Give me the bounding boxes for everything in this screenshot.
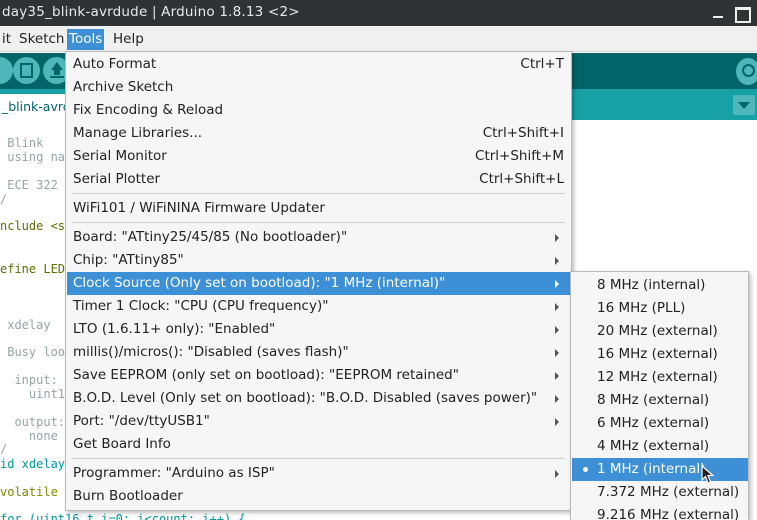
menu-item-manage-libraries[interactable]: Manage Libraries... Ctrl+Shift+I [67, 122, 570, 145]
mouse-cursor-icon [701, 465, 715, 484]
code-line: Busy loop [0, 345, 73, 359]
code-line: volatile u [0, 485, 73, 499]
tab-menu-chevron-down-icon[interactable] [733, 95, 755, 115]
code-line: none [0, 429, 58, 443]
menu-item-bod-level[interactable]: B.O.D. Level (Only set on bootload): "B.… [67, 387, 570, 410]
chevron-right-icon [555, 303, 559, 311]
serial-monitor-icon[interactable] [736, 58, 757, 85]
window-title: day35_blink-avrdude | Arduino 1.8.13 <2> [2, 4, 300, 20]
menu-separator [72, 193, 565, 194]
code-line: input: [0, 373, 58, 387]
upload-arrow-icon[interactable] [0, 57, 13, 84]
chevron-right-icon [555, 395, 559, 403]
chevron-right-icon [555, 418, 559, 426]
menu-item-clock-source[interactable]: Clock Source (Only set on bootload): "1 … [67, 272, 570, 295]
chevron-right-icon [555, 349, 559, 357]
new-file-icon [20, 63, 33, 78]
title-bar: day35_blink-avrdude | Arduino 1.8.13 <2> [0, 0, 757, 26]
code-line: using nat [0, 150, 73, 164]
code-line: for (uint16_t i=0; i<count; i++) { [0, 512, 246, 520]
code-line: ECE 322 c [0, 178, 73, 192]
submenu-item-clock[interactable]: 8 MHz (internal) [572, 274, 748, 297]
maximize-icon[interactable] [731, 3, 751, 23]
chevron-right-icon [555, 280, 559, 288]
submenu-item-clock[interactable]: 7.372 MHz (external) [572, 481, 748, 504]
code-line: / [0, 192, 8, 206]
menu-help[interactable]: Help [111, 29, 146, 50]
submenu-item-clock[interactable]: 8 MHz (external) [572, 389, 748, 412]
menu-item-millis[interactable]: millis()/micros(): "Disabled (saves flas… [67, 341, 570, 364]
menu-item-lto[interactable]: LTO (1.6.11+ only): "Enabled" [67, 318, 570, 341]
menu-edit[interactable]: it [0, 29, 13, 50]
menu-item-programmer[interactable]: Programmer: "Arduino as ISP" [67, 462, 570, 485]
code-line: xdelay [0, 318, 51, 332]
submenu-item-clock[interactable]: 4 MHz (external) [572, 435, 748, 458]
menu-item-serial-monitor[interactable]: Serial Monitor Ctrl+Shift+M [67, 145, 570, 168]
menu-item-burn-bootloader[interactable]: Burn Bootloader [67, 485, 570, 508]
menu-item-firmware-updater[interactable]: WiFi101 / WiFiNINA Firmware Updater [67, 197, 570, 220]
code-line: id xdelay( [0, 457, 73, 471]
chevron-right-icon [555, 326, 559, 334]
tools-menu: Auto Format Ctrl+T Archive Sketch Fix En… [65, 51, 572, 511]
tab-sketch[interactable]: _blink-avrdude [0, 94, 74, 120]
menu-item-save-eeprom[interactable]: Save EEPROM (only set on bootload): "EEP… [67, 364, 570, 387]
code-line: efine LED_ [0, 262, 73, 276]
code-line: / [0, 442, 8, 456]
chevron-right-icon [555, 372, 559, 380]
menu-item-port[interactable]: Port: "/dev/ttyUSB1" [67, 410, 570, 433]
submenu-item-clock[interactable]: 20 MHz (external) [572, 320, 748, 343]
code-line: output: [0, 415, 66, 429]
menu-bar: it Sketch Tools Help [0, 26, 757, 52]
menu-item-archive-sketch[interactable]: Archive Sketch [67, 76, 570, 99]
menu-tools[interactable]: Tools [67, 29, 105, 50]
menu-item-get-board-info[interactable]: Get Board Info [67, 433, 570, 456]
menu-separator [72, 458, 565, 459]
submenu-item-clock-selected[interactable]: 1 MHz (internal) [572, 458, 748, 481]
minimize-icon[interactable] [708, 3, 728, 23]
menu-separator [72, 222, 565, 223]
clock-source-submenu: 8 MHz (internal) 16 MHz (PLL) 20 MHz (ex… [570, 271, 749, 520]
radio-dot-icon [583, 467, 588, 472]
code-line: uint16 [0, 387, 73, 401]
menu-item-serial-plotter[interactable]: Serial Plotter Ctrl+Shift+L [67, 168, 570, 191]
chevron-right-icon [555, 257, 559, 265]
menu-item-auto-format[interactable]: Auto Format Ctrl+T [67, 53, 570, 76]
menu-sketch[interactable]: Sketch [17, 29, 66, 50]
submenu-item-clock[interactable]: 9.216 MHz (external) [572, 504, 748, 520]
code-line: Blink [0, 136, 44, 150]
new-sketch-button[interactable] [13, 57, 40, 84]
menu-item-board[interactable]: Board: "ATtiny25/45/85 (No bootloader)" [67, 226, 570, 249]
menu-item-timer1-clock[interactable]: Timer 1 Clock: "CPU (CPU frequency)" [67, 295, 570, 318]
menu-item-fix-encoding[interactable]: Fix Encoding & Reload [67, 99, 570, 122]
chevron-right-icon [555, 234, 559, 242]
submenu-item-clock[interactable]: 16 MHz (external) [572, 343, 748, 366]
submenu-item-clock[interactable]: 6 MHz (external) [572, 412, 748, 435]
chevron-right-icon [555, 470, 559, 478]
menu-item-chip[interactable]: Chip: "ATtiny85" [67, 249, 570, 272]
submenu-item-clock[interactable]: 12 MHz (external) [572, 366, 748, 389]
submenu-item-clock[interactable]: 16 MHz (PLL) [572, 297, 748, 320]
code-line: nclude <st [0, 219, 73, 233]
